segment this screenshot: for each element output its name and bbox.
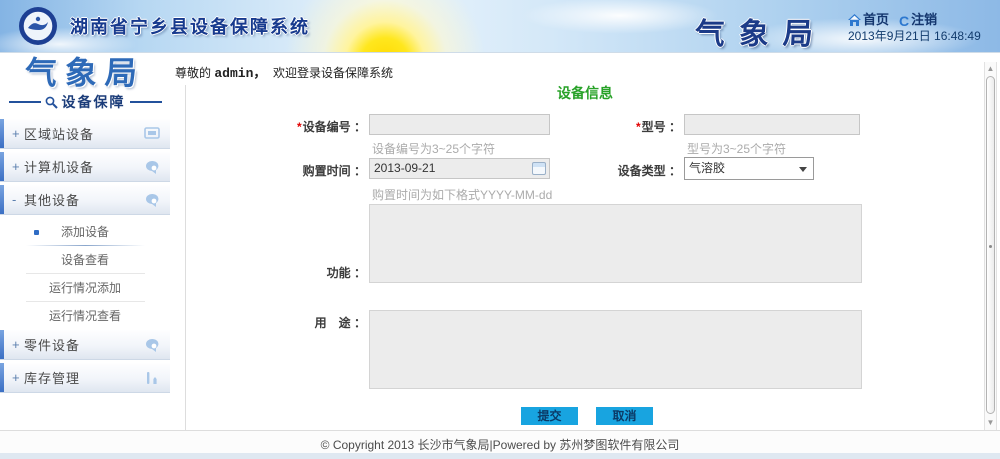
sidebar-logo: 气象局 设备保障 (0, 56, 170, 116)
device-no-input[interactable] (369, 114, 550, 135)
sidebar-logo-subtitle-row: 设备保障 (0, 92, 170, 112)
submenu-item-add-device[interactable]: 添加设备 (0, 218, 170, 246)
sidebar-item-other-equipment[interactable]: - 其他设备 (0, 185, 170, 215)
sidebar-item-regional-station[interactable]: + 区域站设备 (0, 119, 170, 149)
bureau-title: 气象局 (694, 9, 828, 53)
menu-accent-bar (0, 119, 4, 148)
menu-accent-bar (0, 363, 4, 392)
purchase-date-hint: 购置时间为如下格式YYYY-MM-dd (372, 186, 552, 203)
copyright-text: © Copyright 2013 长沙市气象局|Powered by 苏州梦图软… (0, 436, 1000, 453)
page-footer: © Copyright 2013 长沙市气象局|Powered by 苏州梦图软… (0, 430, 1000, 459)
logout-link[interactable]: C注销 (899, 12, 937, 27)
top-links: 首页 C注销 (848, 9, 998, 29)
model-input[interactable] (684, 114, 860, 135)
footer-strip (0, 453, 1000, 459)
welcome-message: 尊敬的 admin， 欢迎登录设备保障系统 (175, 62, 393, 81)
calendar-icon[interactable] (532, 162, 546, 175)
top-banner: 湖南省宁乡县设备保障系统 气象局 首页 C注销 2013年9月21日 16:48:… (0, 0, 1000, 53)
sidebar-item-computer[interactable]: + 计算机设备 (0, 152, 170, 182)
menu-accent-bar (0, 185, 4, 214)
system-title: 湖南省宁乡县设备保障系统 (70, 13, 310, 39)
device-info-panel: 设备信息 *设备编号 ： *型号 ： 设备编号为3~25个字符 型号为3~25个… (185, 85, 984, 430)
sidebar-item-parts[interactable]: + 零件设备 (0, 330, 170, 360)
chevron-down-icon (799, 167, 807, 172)
chat-icon (144, 337, 160, 353)
other-equipment-submenu: 添加设备 设备查看 运行情况添加 运行情况查看 (0, 218, 170, 330)
home-link[interactable]: 首页 (848, 12, 889, 27)
home-icon (848, 14, 861, 26)
form-title: 设备信息 (186, 83, 984, 103)
cancel-button[interactable]: 取消 (596, 407, 653, 425)
model-label: *型号 ： (566, 118, 681, 135)
submenu-item-view-device[interactable]: 设备查看 (0, 246, 170, 274)
function-label: 功能 ： (206, 264, 366, 281)
function-textarea[interactable] (369, 204, 862, 283)
scrollbar-thumb[interactable] (986, 76, 995, 414)
submenu-item-add-run-status[interactable]: 运行情况添加 (0, 274, 170, 302)
purchase-date-label: 购置时间 ： (206, 162, 366, 179)
tools-icon (144, 370, 160, 386)
menu-accent-bar (0, 152, 4, 181)
scroll-up-icon[interactable]: ▲ (985, 64, 996, 74)
usage-label: 用 途 ： (206, 314, 366, 331)
usage-textarea[interactable] (369, 310, 862, 389)
magnifier-icon (45, 96, 58, 109)
purchase-date-input[interactable]: 2013-09-21 (369, 158, 550, 179)
menu-accent-bar (0, 330, 4, 359)
sidebar-item-inventory[interactable]: + 库存管理 (0, 363, 170, 393)
device-no-label: *设备编号 ： (206, 118, 366, 135)
sidebar-menu: + 区域站设备 + 计算机设备 - 其他设备 添加设备 设备查看 运行情况添加 (0, 119, 170, 396)
monitor-icon (144, 126, 160, 142)
submenu-item-view-run-status[interactable]: 运行情况查看 (0, 302, 170, 330)
device-type-label: 设备类型 ： (566, 162, 681, 179)
chat-icon (144, 159, 160, 175)
username: admin， (214, 66, 266, 81)
datetime-display: 2013年9月21日 16:48:49 (848, 27, 981, 44)
chat-icon (144, 192, 160, 208)
submit-button[interactable]: 提交 (521, 407, 578, 425)
sidebar-logo-title: 气象局 (0, 56, 171, 90)
device-type-select[interactable]: 气溶胶 (684, 157, 814, 180)
model-hint: 型号为3~25个字符 (687, 140, 786, 157)
bureau-emblem-icon (18, 6, 58, 46)
vertical-scrollbar[interactable]: ▲ ▼ (984, 62, 997, 430)
active-bullet (34, 230, 39, 235)
device-no-hint: 设备编号为3~25个字符 (372, 140, 495, 157)
scroll-down-icon[interactable]: ▼ (985, 418, 996, 428)
